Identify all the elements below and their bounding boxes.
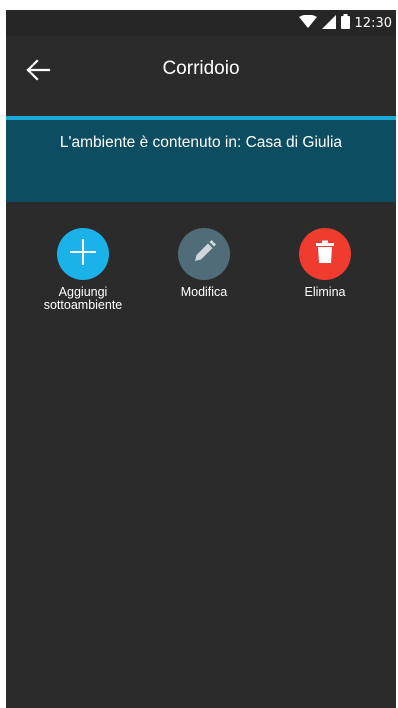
parent-environment-text: L'ambiente è contenuto in: Casa di Giuli… [59, 134, 343, 151]
delete-label: Elimina [304, 285, 346, 299]
context-banner: L'ambiente è contenuto in: Casa di Giuli… [6, 120, 396, 202]
delete-circle [299, 228, 351, 280]
trash-icon [314, 240, 336, 268]
delete-button[interactable]: Elimina [270, 228, 380, 299]
page-title: Corridoio [162, 58, 240, 79]
app-bar: Corridoio [6, 36, 396, 118]
plus-icon [68, 237, 98, 271]
pencil-icon [191, 239, 217, 269]
add-subenvironment-button[interactable]: Aggiungi sottoambiente [28, 228, 138, 312]
battery-icon [340, 13, 350, 33]
add-subenvironment-label: Aggiungi sottoambiente [43, 285, 123, 312]
status-icons: 12:30 [298, 13, 392, 33]
phone-screen: 12:30 Corridoio L'ambiente è contenuto i… [6, 10, 396, 708]
edit-button[interactable]: Modifica [149, 228, 259, 299]
add-circle [57, 228, 109, 280]
status-bar: 12:30 [6, 10, 396, 36]
edit-circle [178, 228, 230, 280]
wifi-icon [298, 14, 317, 33]
cellular-signal-icon [321, 14, 336, 33]
edit-label: Modifica [180, 285, 228, 299]
status-time: 12:30 [354, 15, 392, 31]
